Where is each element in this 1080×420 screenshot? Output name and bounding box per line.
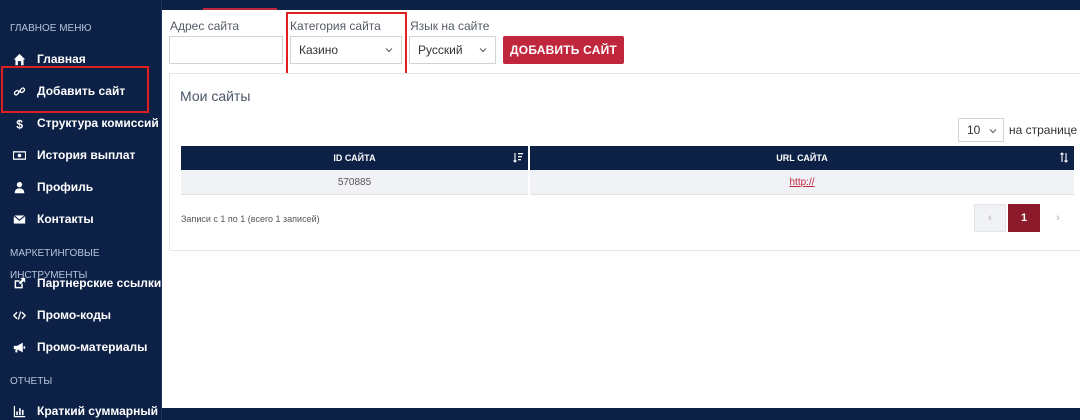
bottom-bar xyxy=(162,408,1080,420)
language-label: Язык на сайте xyxy=(410,19,490,33)
language-select[interactable]: Русский xyxy=(409,36,496,64)
section-reports: ОТЧЕТЫ xyxy=(10,376,53,387)
bullhorn-icon xyxy=(12,340,26,354)
per-page-label: на странице xyxy=(1009,123,1078,137)
sidebar-item-promo-materials[interactable]: Промо-материалы xyxy=(0,331,162,363)
site-address-label: Адрес сайта xyxy=(170,19,240,33)
chevron-down-icon xyxy=(989,129,997,134)
table-cell-site-url: http:// xyxy=(530,170,1074,195)
sidebar-item-profile[interactable]: Профиль xyxy=(0,171,162,203)
home-icon xyxy=(12,52,26,66)
sidebar-item-label: История выплат xyxy=(37,148,136,162)
user-icon xyxy=(12,180,26,194)
sidebar-item-label: Краткий суммарный xyxy=(37,404,158,418)
sidebar-divider xyxy=(161,0,162,420)
sidebar: ГЛАВНОЕ МЕНЮ Главная Добавить сайт $ Стр… xyxy=(0,0,162,420)
site-address-input[interactable] xyxy=(169,36,283,64)
active-tab-indicator xyxy=(203,8,277,10)
sidebar-item-label: Профиль xyxy=(37,180,94,194)
sidebar-item-label: Структура комиссий xyxy=(37,116,159,130)
sort-both-icon xyxy=(1060,152,1068,163)
my-sites-title: Мои сайты xyxy=(180,88,251,104)
column-header-site-url[interactable]: URL САЙТА xyxy=(530,146,1074,170)
money-icon xyxy=(12,148,26,162)
pagination-next-button[interactable]: › xyxy=(1042,204,1074,232)
per-page-value: 10 xyxy=(967,123,981,137)
column-header-site-id[interactable]: ID САЙТА xyxy=(181,146,528,170)
sidebar-item-contacts[interactable]: Контакты xyxy=(0,203,162,235)
section-main-menu: ГЛАВНОЕ МЕНЮ xyxy=(10,23,92,34)
sidebar-item-label: Промо-коды xyxy=(37,308,112,322)
sidebar-item-partner-links[interactable]: Партнерские ссылки xyxy=(0,267,162,299)
site-id-value: 570885 xyxy=(337,176,372,188)
language-selected-value: Русский xyxy=(418,43,463,57)
highlight-box-add-site xyxy=(1,66,149,113)
sort-ascending-icon xyxy=(513,153,523,163)
sidebar-item-label: Главная xyxy=(37,52,86,66)
highlight-box-category xyxy=(286,12,407,78)
add-site-button[interactable]: ДОБАВИТЬ САЙТ xyxy=(503,36,624,64)
site-url-link[interactable]: http:// xyxy=(789,177,814,188)
chevron-down-icon xyxy=(479,48,487,53)
svg-text:$: $ xyxy=(16,117,23,130)
external-link-icon xyxy=(12,276,26,290)
column-header-label: ID САЙТА xyxy=(333,153,376,163)
per-page-select[interactable]: 10 xyxy=(958,118,1004,142)
sidebar-item-label: Промо-материалы xyxy=(37,340,148,354)
pagination-prev-button[interactable]: ‹ xyxy=(974,204,1006,232)
table-cell-site-id: 570885 xyxy=(181,170,528,195)
code-icon xyxy=(12,308,26,322)
envelope-icon xyxy=(12,212,26,226)
sidebar-item-payout-history[interactable]: История выплат xyxy=(0,139,162,171)
pagination-page-button[interactable]: 1 xyxy=(1008,204,1040,232)
column-header-label: URL САЙТА xyxy=(776,153,828,163)
section-marketing-tools: МАРКЕТИНГОВЫЕ ИНСТРУМЕНТЫ xyxy=(10,248,100,281)
top-bar xyxy=(162,0,1080,10)
sidebar-item-label: Партнерские ссылки xyxy=(37,276,162,290)
records-info: Записи с 1 по 1 (всего 1 записей) xyxy=(181,214,320,224)
bar-chart-icon xyxy=(12,404,26,418)
dollar-icon: $ xyxy=(12,116,26,130)
sidebar-item-promo-codes[interactable]: Промо-коды xyxy=(0,299,162,331)
sidebar-item-label: Контакты xyxy=(37,212,94,226)
sidebar-item-summary-report[interactable]: Краткий суммарный xyxy=(0,395,162,420)
